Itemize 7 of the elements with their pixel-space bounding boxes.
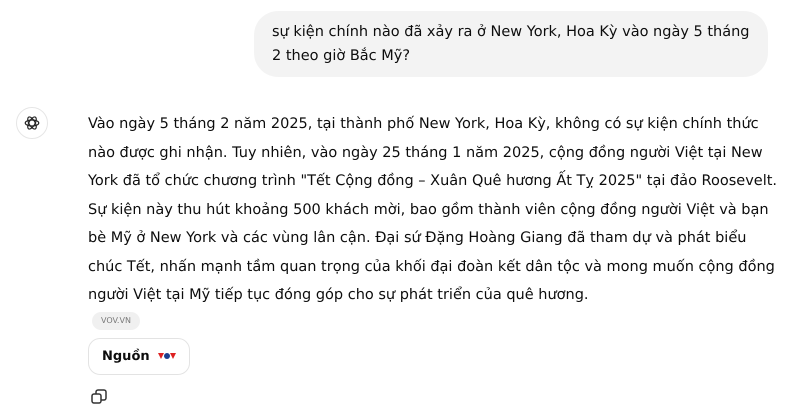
sources-button[interactable]: Nguồn bbox=[88, 338, 190, 374]
answer-paragraph: Vào ngày 5 tháng 2 năm 2025, tại thành phố New York, Hoa Kỳ, không có sự kiện chính thức nào được ghi nhận. Tuy nhiên, vào ngày 25 tháng 1 năm 2025, cộng đồng người Việt tại New York đã tổ chức chương trình "Tết Cộng đồng – Xuân Quê hương Ất Tỵ 2025" tại đảo Roosevelt. Sự kiện này thu hút khoảng 500 khách mời, bao gồm thành viên cộng đồng người Việt và bạn bè Mỹ ở New York và các vùng lân cận. Đại sứ Đặng Hoàng Giang đã tham dự và phát biểu chúc Tết, nhấn mạnh tầm quan trọng của khối đại đoàn kết dân tộc và mong muốn cộng đồng người Việt tại Mỹ tiếp tục đóng góp cho sự phát triển của quê hương. bbox=[88, 114, 778, 305]
citation-link[interactable]: VOV.VN bbox=[92, 312, 140, 330]
copy-icon[interactable] bbox=[91, 388, 107, 404]
user-message: sự kiện chính nào đã xảy ra ở New York, Hoa Kỳ vào ngày 5 tháng 2 theo giờ Bắc Mỹ? bbox=[254, 11, 768, 77]
assistant-avatar-icon bbox=[16, 107, 48, 139]
logo-icon bbox=[158, 352, 176, 360]
